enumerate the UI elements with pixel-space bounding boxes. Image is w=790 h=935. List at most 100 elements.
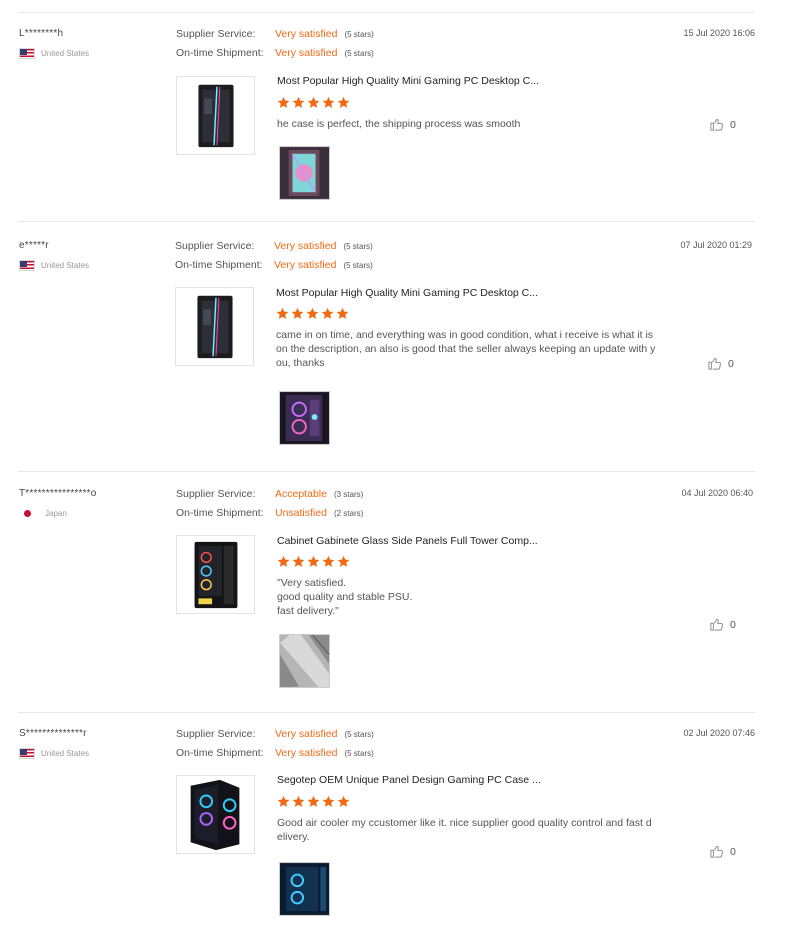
rating-stars-text: (5 stars) xyxy=(344,730,374,739)
rating-stars-text: (5 stars) xyxy=(343,261,373,270)
star-icon xyxy=(292,96,305,109)
review-card: L********h United States Supplier Servic… xyxy=(0,28,790,238)
star-icon xyxy=(277,555,290,568)
rating-stars-text: (5 stars) xyxy=(344,749,374,758)
like-button[interactable]: 0 xyxy=(709,844,736,859)
rating-stars-text: (2 stars) xyxy=(333,509,364,518)
us-flag-icon xyxy=(19,47,35,59)
like-count: 0 xyxy=(730,618,736,631)
like-count: 0 xyxy=(728,357,734,370)
star-icon xyxy=(307,795,320,808)
rating-value: Unsatisfied xyxy=(275,507,327,519)
rating-value: Very satisfied xyxy=(275,728,338,740)
star-icon xyxy=(337,795,350,808)
shipment-rating: On-time Shipment: Very satisfied (5 star… xyxy=(176,747,374,766)
us-flag-icon xyxy=(19,259,35,271)
rating-value: Very satisfied xyxy=(275,747,338,759)
shipment-rating: On-time Shipment: Unsatisfied (2 stars) xyxy=(176,507,363,526)
star-icon xyxy=(322,96,335,109)
thumbs-up-icon xyxy=(710,118,723,131)
product-thumbnail[interactable] xyxy=(176,535,255,614)
rating-value: Very satisfied xyxy=(275,28,338,40)
star-icon xyxy=(292,795,305,808)
product-rating-stars xyxy=(277,96,350,109)
shipment-rating: On-time Shipment: Very satisfied (5 star… xyxy=(176,47,374,66)
supplier-ratings: Supplier Service: Acceptable (3 stars) O… xyxy=(176,488,363,526)
review-divider xyxy=(18,221,755,222)
star-icon xyxy=(307,555,320,568)
buyer-info: T****************o Japan xyxy=(19,488,169,519)
buyer-name: L********h xyxy=(19,28,64,39)
review-photo[interactable] xyxy=(279,146,330,200)
country-name: United States xyxy=(41,48,90,58)
product-rating-stars xyxy=(277,555,350,568)
star-icon xyxy=(321,307,334,320)
buyer-name: e*****r xyxy=(19,240,49,251)
product-rating-stars xyxy=(276,307,349,320)
product-title-link[interactable]: Segotep OEM Unique Panel Design Gaming P… xyxy=(277,774,541,786)
rating-value: Acceptable xyxy=(275,488,327,500)
us-flag-icon xyxy=(19,747,35,759)
rating-label: Supplier Service: xyxy=(176,728,256,740)
rating-label: On-time Shipment: xyxy=(176,507,264,519)
star-icon xyxy=(307,96,320,109)
top-divider xyxy=(18,12,755,13)
supplier-ratings: Supplier Service: Very satisfied (5 star… xyxy=(176,728,374,766)
rating-value: Very satisfied xyxy=(275,47,338,59)
product-title-link[interactable]: Most Popular High Quality Mini Gaming PC… xyxy=(277,75,539,87)
buyer-country: Japan xyxy=(19,507,169,519)
country-name: Japan xyxy=(45,508,67,518)
thumbs-up-icon xyxy=(710,618,723,631)
rating-stars-text: (3 stars) xyxy=(333,490,364,499)
like-button[interactable]: 0 xyxy=(709,117,736,132)
review-text: Good air cooler my ccustomer like it. ni… xyxy=(277,817,652,843)
like-button[interactable]: 0 xyxy=(707,356,734,371)
review-photo[interactable] xyxy=(279,862,330,916)
supplier-ratings: Supplier Service: Very satisfied (5 star… xyxy=(176,28,374,66)
country-name: United States xyxy=(41,260,90,270)
review-date: 02 Jul 2020 07:46 xyxy=(683,728,755,738)
rating-stars-text: (5 stars) xyxy=(344,49,374,58)
rating-label: Supplier Service: xyxy=(176,28,256,40)
product-title-link[interactable]: Cabinet Gabinete Glass Side Panels Full … xyxy=(277,535,538,547)
buyer-country: United States xyxy=(19,47,169,59)
review-date: 15 Jul 2020 16:06 xyxy=(683,28,755,38)
supplier-service-rating: Supplier Service: Acceptable (3 stars) xyxy=(176,488,363,507)
product-title-link[interactable]: Most Popular High Quality Mini Gaming PC… xyxy=(276,287,538,299)
country-name: United States xyxy=(41,748,90,758)
rating-label: On-time Shipment: xyxy=(176,747,264,759)
star-icon xyxy=(336,307,349,320)
buyer-info: e*****r United States xyxy=(19,240,169,271)
rating-stars-text: (5 stars) xyxy=(343,242,373,251)
product-thumbnail[interactable] xyxy=(176,76,255,155)
review-photo[interactable] xyxy=(279,634,330,688)
buyer-name: T****************o xyxy=(19,488,97,499)
star-icon xyxy=(337,555,350,568)
rating-label: Supplier Service: xyxy=(175,240,255,252)
shipment-rating: On-time Shipment: Very satisfied (5 star… xyxy=(175,259,373,278)
star-icon xyxy=(277,96,290,109)
product-rating-stars xyxy=(277,795,350,808)
product-thumbnail[interactable] xyxy=(175,287,254,366)
review-divider xyxy=(18,471,755,472)
supplier-service-rating: Supplier Service: Very satisfied (5 star… xyxy=(175,240,373,259)
review-date: 07 Jul 2020 01:29 xyxy=(680,240,752,250)
star-icon xyxy=(306,307,319,320)
review-card: S**************r United States Supplier … xyxy=(0,728,790,928)
review-divider xyxy=(18,712,755,713)
rating-label: On-time Shipment: xyxy=(176,47,264,59)
like-button[interactable]: 0 xyxy=(709,617,736,632)
star-icon xyxy=(292,555,305,568)
supplier-ratings: Supplier Service: Very satisfied (5 star… xyxy=(175,240,373,278)
rating-label: Supplier Service: xyxy=(176,488,256,500)
star-icon xyxy=(291,307,304,320)
star-icon xyxy=(277,795,290,808)
star-icon xyxy=(276,307,289,320)
review-date: 04 Jul 2020 06:40 xyxy=(681,488,753,498)
star-icon xyxy=(322,555,335,568)
review-card: T****************o Japan Supplier Servic… xyxy=(0,488,790,713)
review-photo[interactable] xyxy=(279,391,330,445)
product-thumbnail[interactable] xyxy=(176,775,255,854)
review-text: "Very satisfied. good quality and stable… xyxy=(277,577,413,617)
review-card: e*****r United States Supplier Service: … xyxy=(0,240,790,472)
